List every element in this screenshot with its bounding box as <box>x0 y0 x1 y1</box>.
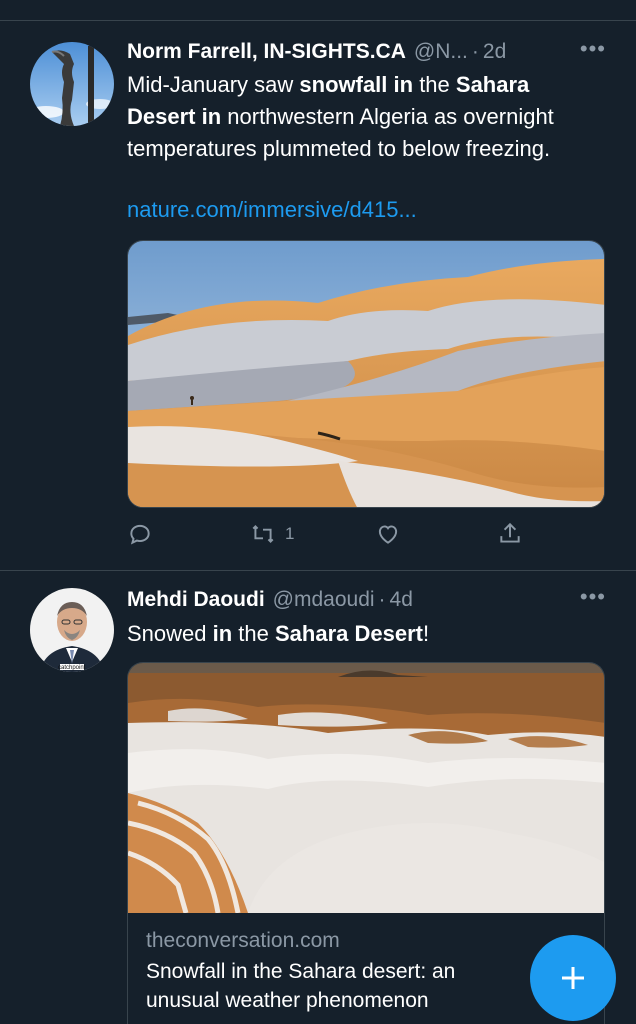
avatar-caption: catchpoint <box>58 665 86 671</box>
tweet-text-segment: ! <box>422 621 430 646</box>
reply-icon <box>127 521 153 547</box>
separator-dot: · <box>471 40 479 63</box>
share-button[interactable] <box>497 521 523 547</box>
retweet-count: 1 <box>285 524 295 543</box>
avatar-norm-farrell[interactable] <box>30 42 114 126</box>
tweet-text-segment: snowfall in <box>299 72 414 97</box>
tweet-text-segment: Snowed <box>127 621 213 646</box>
like-button[interactable] <box>375 521 401 547</box>
tweet-image-sahara-dunes[interactable] <box>127 240 605 508</box>
tweet-timestamp[interactable]: 4d <box>390 588 413 612</box>
tweet-text: Mid-January saw snowfall in the Sahara D… <box>127 69 597 165</box>
tweet-header: Norm Farrell, IN-SIGHTS.CA @N... · 2d ••… <box>127 37 606 67</box>
card-domain: theconversation.com <box>146 929 340 952</box>
tweet-text-segment: Mid-January saw <box>127 72 300 97</box>
tweet-link[interactable]: nature.com/immersive/d415... <box>127 197 417 223</box>
compose-tweet-button[interactable] <box>530 935 616 1021</box>
tweet-text-segment: in <box>212 621 233 646</box>
card-image-snowy-dunes <box>128 663 604 913</box>
more-options-icon[interactable]: ••• <box>580 37 606 61</box>
avatar-mehdi-daoudi[interactable] <box>30 588 114 672</box>
retweet-icon <box>249 521 277 547</box>
separator-dot: · <box>378 588 386 611</box>
tweet-text: Snowed in the Sahara Desert! <box>127 618 597 650</box>
retweet-button[interactable]: 1 <box>249 521 294 547</box>
tweet-text-segment: Sahara Desert <box>275 621 423 646</box>
tweet-1[interactable]: Norm Farrell, IN-SIGHTS.CA @N... · 2d ••… <box>0 21 636 570</box>
reply-button[interactable] <box>127 521 153 547</box>
like-icon <box>375 521 401 547</box>
share-icon <box>497 521 523 547</box>
author-handle[interactable]: @mdaoudi <box>273 588 375 612</box>
tweet-timestamp[interactable]: 2d <box>483 40 506 64</box>
author-name[interactable]: Mehdi Daoudi <box>127 588 265 612</box>
tweet-text-segment: the <box>232 621 275 646</box>
tweet-text-segment: the <box>413 72 456 97</box>
tweet-actions: 1 <box>127 521 527 553</box>
compose-icon <box>557 962 589 994</box>
author-name[interactable]: Norm Farrell, IN-SIGHTS.CA <box>127 40 406 64</box>
more-options-icon[interactable]: ••• <box>580 585 606 609</box>
author-handle[interactable]: @N... <box>414 40 468 64</box>
tweet-header: Mehdi Daoudi @mdaoudi · 4d ••• <box>127 585 606 615</box>
card-title[interactable]: Snowfall in the Sahara desert: an unusua… <box>146 957 526 1015</box>
